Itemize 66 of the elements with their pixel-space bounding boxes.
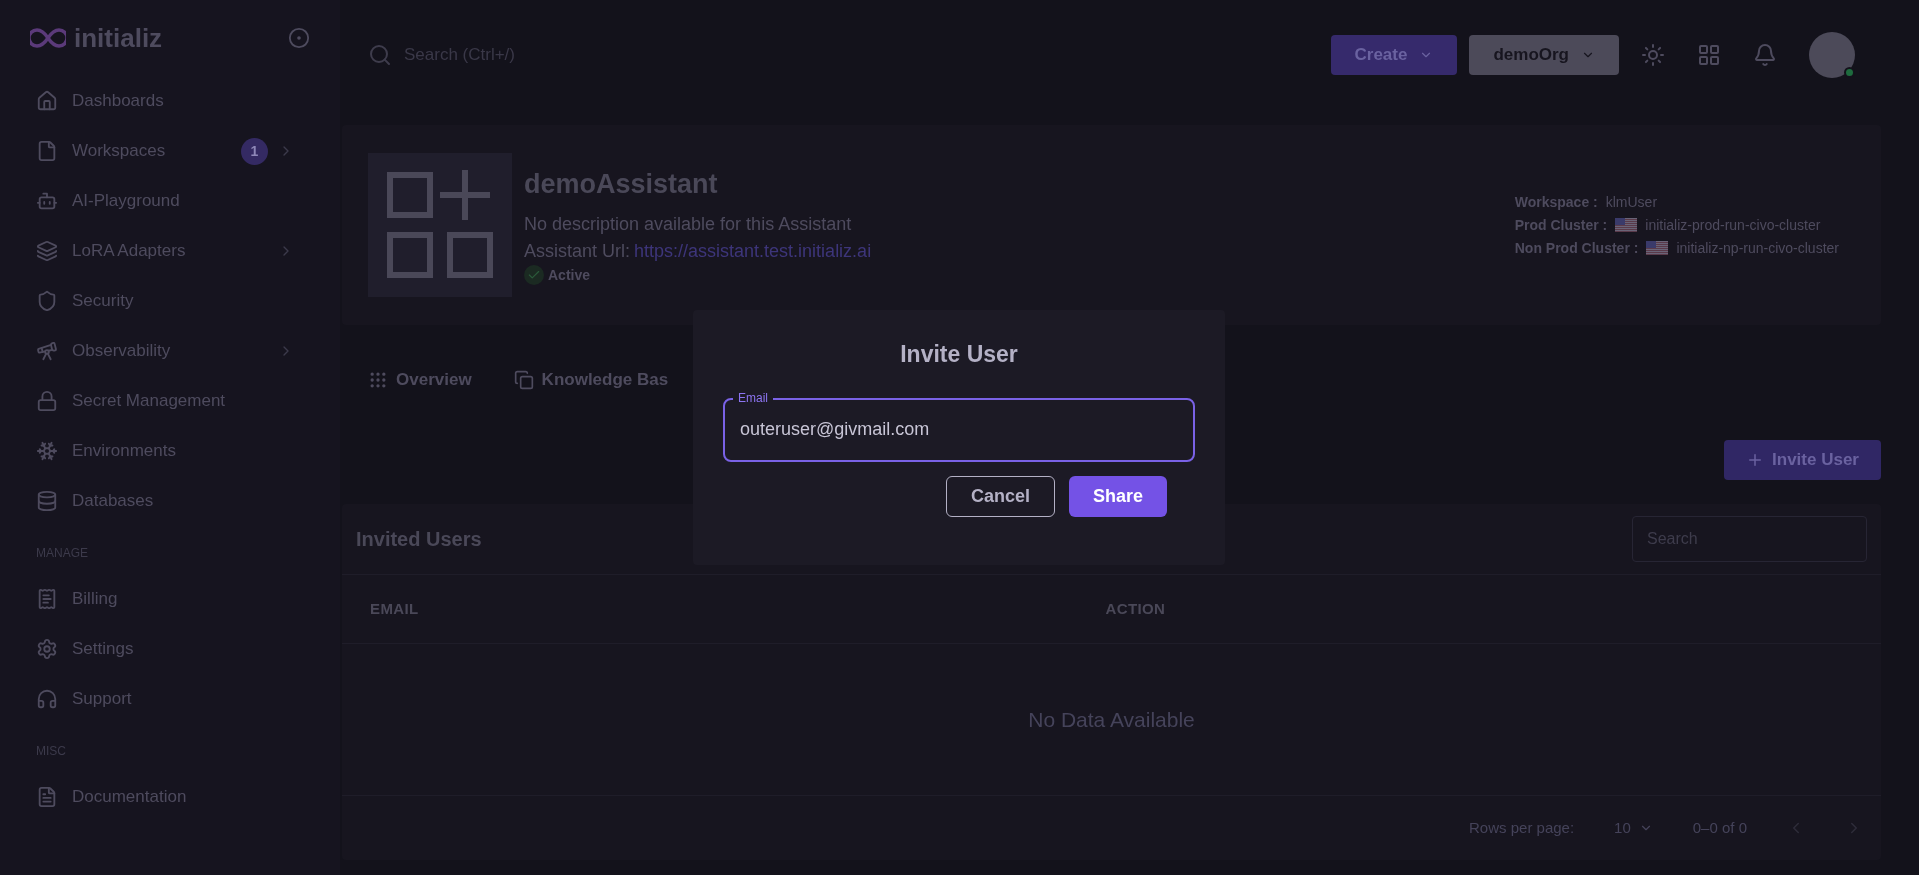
document-icon (36, 786, 58, 808)
sidebar-item[interactable]: LoRA Adapters (30, 226, 320, 276)
sidebar-item[interactable]: Secret Management (30, 376, 320, 426)
assistant-url-link[interactable]: https://assistant.test.initializ.ai (634, 237, 872, 265)
collapse-toggle-icon[interactable] (288, 27, 310, 49)
page-range: 0–0 of 0 (1692, 817, 1747, 838)
meta-value: klmUser (1605, 192, 1658, 212)
assistant-description: No description available for this Assistant (524, 212, 853, 236)
robot-icon (36, 190, 58, 212)
sidebar-item[interactable]: Databases (30, 476, 320, 526)
rows-per-page-select[interactable]: 10 (1614, 816, 1653, 840)
telescope-icon (36, 340, 58, 362)
sidebar-item[interactable]: Settings (30, 624, 320, 674)
receipt-icon (36, 588, 58, 610)
sidebar-item[interactable]: AI-Playground (30, 176, 320, 226)
sidebar-item[interactable]: Dashboards (30, 76, 320, 126)
snowflake-icon (36, 440, 58, 462)
theme-toggle-icon[interactable] (1641, 43, 1665, 67)
check-icon (524, 265, 544, 286)
rows-per-page-label: Rows per page: (1469, 817, 1575, 838)
sidebar-item[interactable]: Environments (30, 426, 320, 476)
share-button[interactable]: Share (1068, 475, 1167, 517)
infinity-logo-icon (30, 28, 66, 48)
tab[interactable]: Knowledge Bas (513, 367, 669, 393)
meta-value: initializ-prod-run-civo-cluster (1645, 215, 1821, 235)
column-header: ACTION (1105, 598, 1167, 619)
meta-label: Prod Cluster : (1514, 215, 1608, 235)
cancel-button[interactable]: Cancel (945, 475, 1055, 517)
sidebar-item[interactable]: Documentation (30, 772, 320, 822)
shield-icon (36, 290, 58, 312)
file-icon (36, 140, 58, 162)
card-title: Invited Users (356, 527, 482, 552)
layers-icon (36, 240, 58, 262)
sidebar-item[interactable]: Observability (30, 326, 320, 376)
meta-value: initializ-np-run-civo-cluster (1676, 238, 1839, 258)
dialog-title: Invite User (900, 340, 1018, 369)
grid-icon (368, 370, 388, 390)
sidebar-item[interactable]: Security (30, 276, 320, 326)
apps-grid-icon[interactable] (1697, 43, 1721, 67)
invite-user-button[interactable]: Invite User (1724, 440, 1881, 480)
meta-label: Non Prod Cluster : (1514, 238, 1639, 258)
meta-label: Workspace : (1514, 192, 1598, 212)
copy-icon (513, 370, 534, 390)
empty-message: No Data Available (1028, 706, 1195, 733)
home-icon (36, 90, 58, 112)
database-icon (36, 490, 58, 512)
url-label: Assistant Url: (524, 239, 631, 263)
brand-name: initializ (74, 21, 163, 55)
status-label: Active (548, 265, 591, 285)
user-avatar[interactable] (1809, 32, 1855, 78)
assistant-logo-icon (368, 153, 512, 297)
create-button[interactable]: Create (1330, 35, 1458, 75)
search-icon (368, 43, 392, 67)
sidebar-item[interactable]: Billing (30, 574, 320, 624)
us-flag-icon (1615, 218, 1638, 232)
us-flag-icon (1646, 241, 1669, 255)
sidebar-item[interactable]: Support (30, 674, 320, 724)
notifications-icon[interactable] (1753, 43, 1777, 67)
sidebar-item[interactable]: Workspaces 1 (30, 126, 320, 176)
headphones-icon (36, 688, 58, 710)
organization-dropdown[interactable]: demoOrg (1469, 35, 1619, 75)
tab[interactable]: Overview (368, 367, 472, 393)
assistant-name: demoAssistant (524, 168, 719, 202)
lock-icon (36, 390, 58, 412)
settings-icon (36, 638, 58, 660)
count-badge: 1 (241, 137, 268, 165)
